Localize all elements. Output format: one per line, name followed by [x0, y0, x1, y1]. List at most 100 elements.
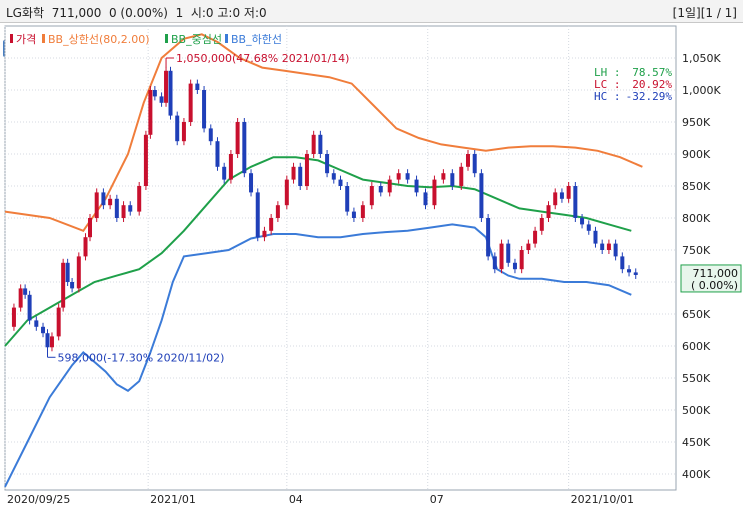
candle-body [262, 230, 267, 238]
candle-body [152, 90, 157, 97]
low-annotation: 598,000(-17.30% 2020/11/02) [57, 351, 224, 364]
candle-body [593, 230, 598, 244]
x-tick-label: 07 [430, 493, 444, 506]
candle-body [486, 218, 491, 257]
candle-body [291, 166, 296, 180]
x-tick-label: 2021/10/01 [571, 493, 634, 506]
candle-body [137, 186, 142, 212]
candle-body [633, 272, 638, 275]
candle-body [369, 186, 374, 206]
candle-body [181, 122, 186, 142]
candle-body [499, 243, 504, 270]
candle-body [108, 198, 113, 206]
chart-window: LG화학 711,000 0 (0.00%) 1 시:0 고:0 저:0 [1일… [0, 0, 743, 511]
candle-body [546, 205, 551, 218]
current-price-change: ( 0.00%) [691, 279, 738, 292]
candle-body [101, 192, 106, 206]
candle-body [450, 173, 455, 186]
candle-body [18, 288, 23, 308]
stat-name: HC : [594, 90, 621, 103]
candle-body [255, 192, 260, 238]
candle-body [627, 269, 632, 273]
candle-body [338, 179, 343, 186]
candle-body [360, 205, 365, 218]
candle-body [61, 262, 66, 308]
candle-body [76, 256, 81, 289]
candle-body [41, 326, 46, 334]
y-tick-label: 800K [682, 212, 711, 225]
candle-body [600, 243, 605, 250]
plot-area [4, 25, 677, 491]
candle-body [34, 320, 39, 327]
candle-body [559, 192, 564, 199]
candle-body [573, 186, 578, 218]
candle-body [65, 262, 70, 282]
y-tick-label: 1,050K [682, 52, 721, 65]
candle-body [351, 211, 356, 218]
candle-body [23, 288, 28, 295]
candle-body [311, 134, 316, 154]
candle-body [512, 262, 517, 270]
candle-body [459, 166, 464, 186]
candle-body [539, 218, 544, 231]
y-tick-label: 500K [682, 404, 711, 417]
candle-body [56, 307, 61, 337]
candle-body [331, 173, 336, 180]
candle-body [586, 224, 591, 231]
candle-body [566, 186, 571, 199]
candle-body [606, 243, 611, 250]
stat-value: -32.29% [626, 90, 673, 103]
legend-label: BB_중심선 [171, 33, 222, 46]
legend-label: BB_상한선(80,2.00) [48, 33, 150, 46]
candle-body [387, 179, 392, 193]
x-tick-label: 2021/01 [150, 493, 196, 506]
candle-body [195, 83, 200, 90]
y-tick-label: 450K [682, 436, 711, 449]
candle-body [242, 122, 247, 174]
candle-body [83, 237, 88, 257]
y-tick-label: 1,000K [682, 84, 721, 97]
legend-swatch [165, 34, 168, 43]
candle-body [249, 173, 254, 193]
candle-body [345, 186, 350, 212]
candle-body [580, 218, 585, 225]
candle-body [275, 205, 280, 218]
legend-label: BB_하한선 [231, 32, 282, 46]
candle-body [613, 243, 618, 257]
candle-body [318, 134, 323, 154]
candle-body [396, 173, 401, 180]
candle-body [472, 154, 477, 174]
y-tick-label: 650K [682, 308, 711, 321]
candle-body [215, 141, 220, 167]
legend-swatch [10, 34, 13, 43]
candle-body [175, 115, 180, 142]
candle-body [526, 243, 531, 250]
x-tick-label: 2020/09/25 [7, 493, 70, 506]
y-tick-label: 600K [682, 340, 711, 353]
y-tick-label: 900K [682, 148, 711, 161]
candle-body [128, 205, 133, 212]
candle-body [533, 230, 538, 244]
y-tick-label: 950K [682, 116, 711, 129]
legend-swatch [42, 34, 45, 43]
candle-body [325, 154, 330, 174]
candle-body [159, 96, 164, 103]
y-tick-label: 850K [682, 180, 711, 193]
candle-body [506, 243, 511, 263]
candle-body [87, 218, 92, 238]
candle-body [235, 122, 240, 154]
candle-body [27, 294, 32, 321]
y-tick-label: 550K [682, 372, 711, 385]
candle-body [94, 192, 99, 218]
price-chart[interactable]: 1,050K1,000K950K900K850K800K750K700K650K… [0, 0, 743, 511]
candle-body [11, 307, 16, 327]
candle-body [143, 134, 148, 186]
candle-body [620, 256, 625, 270]
candle-body [168, 70, 173, 116]
legend-swatch [225, 34, 228, 43]
candle-body [492, 256, 497, 270]
candle-body [479, 173, 484, 218]
candle-body [432, 179, 437, 206]
candle-body [148, 90, 153, 135]
candle-body [208, 128, 213, 142]
